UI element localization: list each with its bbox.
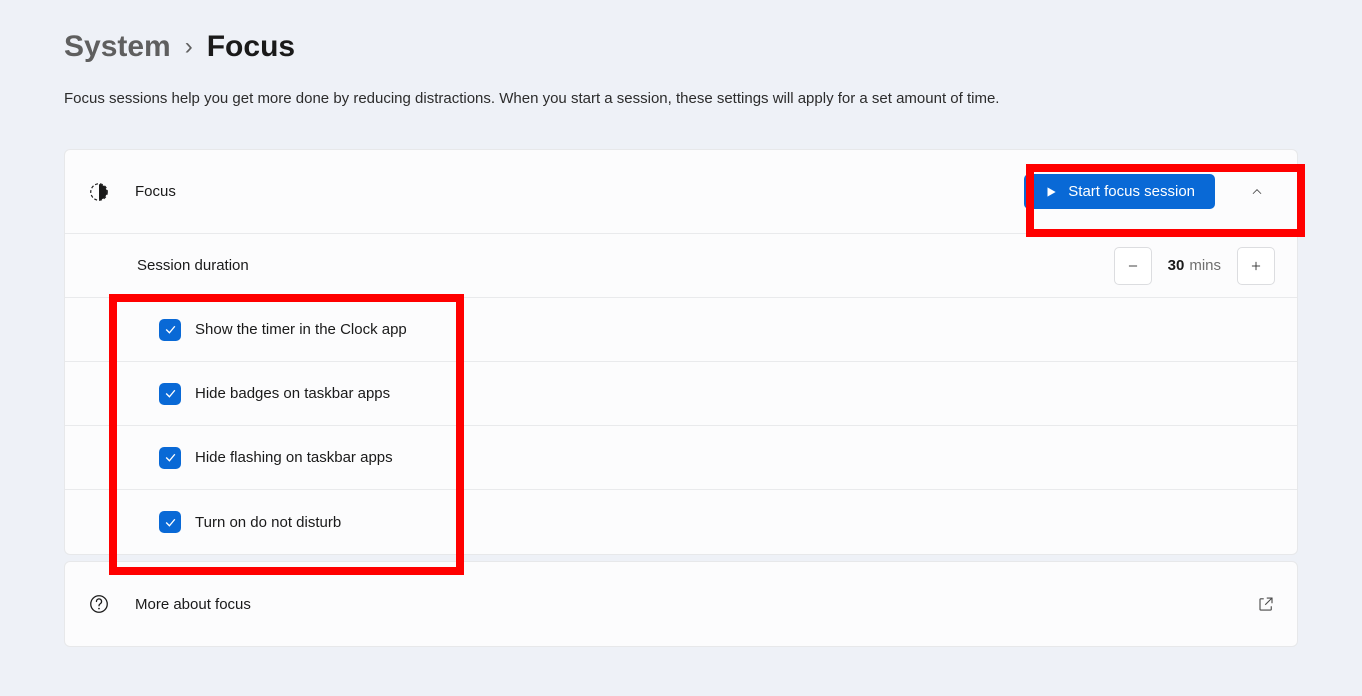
check-icon	[164, 323, 177, 336]
duration-unit: mins	[1189, 257, 1221, 274]
checkbox-dnd[interactable]	[159, 511, 181, 533]
checkbox-show-timer[interactable]	[159, 319, 181, 341]
minus-icon	[1126, 259, 1140, 273]
expand-collapse-button[interactable]	[1239, 174, 1275, 210]
breadcrumb: System › Focus	[64, 30, 1298, 64]
focus-header-row: Focus Start focus session	[65, 150, 1297, 234]
option-row-hide-badges: Hide badges on taskbar apps	[65, 362, 1297, 426]
duration-value: 30	[1168, 257, 1185, 274]
option-label-hide-badges: Hide badges on taskbar apps	[195, 385, 390, 402]
start-focus-session-button[interactable]: Start focus session	[1024, 174, 1215, 209]
external-link-icon	[1257, 595, 1275, 613]
option-label-dnd: Turn on do not disturb	[195, 514, 341, 531]
check-icon	[164, 516, 177, 529]
chevron-right-icon: ›	[185, 33, 193, 61]
breadcrumb-parent[interactable]: System	[64, 30, 171, 64]
decrease-duration-button[interactable]	[1114, 247, 1152, 285]
page-description: Focus sessions help you get more done by…	[64, 88, 1298, 109]
session-duration-row: Session duration 30 mins	[65, 234, 1297, 298]
duration-stepper: 30 mins	[1114, 247, 1275, 285]
option-row-dnd: Turn on do not disturb	[65, 490, 1297, 554]
session-duration-label: Session duration	[137, 257, 1090, 274]
focus-card: Focus Start focus session Session durati…	[64, 149, 1298, 555]
plus-icon	[1249, 259, 1263, 273]
start-focus-session-label: Start focus session	[1068, 183, 1195, 200]
play-icon	[1044, 185, 1058, 199]
option-row-hide-flashing: Hide flashing on taskbar apps	[65, 426, 1297, 490]
increase-duration-button[interactable]	[1237, 247, 1275, 285]
check-icon	[164, 387, 177, 400]
more-about-focus-label: More about focus	[135, 596, 672, 613]
page-title: Focus	[207, 30, 295, 64]
checkbox-hide-flashing[interactable]	[159, 447, 181, 469]
help-icon	[87, 593, 111, 615]
focus-icon	[87, 181, 111, 203]
option-label-show-timer: Show the timer in the Clock app	[195, 321, 407, 338]
more-about-focus-card[interactable]: More about focus	[64, 561, 1298, 647]
focus-label: Focus	[135, 183, 556, 200]
chevron-up-icon	[1250, 185, 1264, 199]
option-row-show-timer: Show the timer in the Clock app	[65, 298, 1297, 362]
check-icon	[164, 451, 177, 464]
option-label-hide-flashing: Hide flashing on taskbar apps	[195, 449, 393, 466]
checkbox-hide-badges[interactable]	[159, 383, 181, 405]
duration-display: 30 mins	[1164, 257, 1225, 274]
